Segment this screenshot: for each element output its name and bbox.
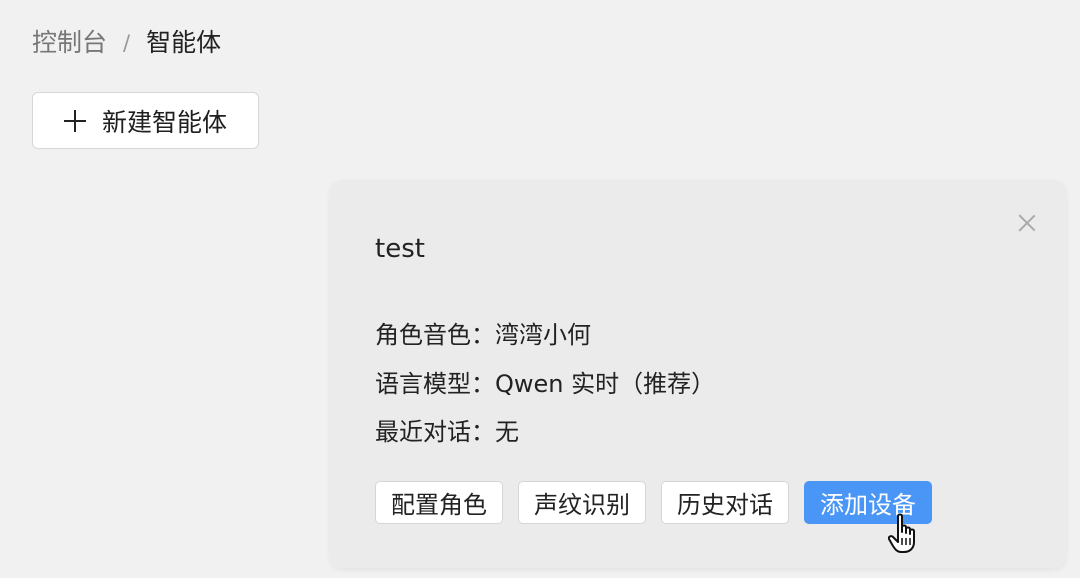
breadcrumb-current: 智能体 (146, 28, 222, 57)
breadcrumb-separator: / (123, 31, 131, 55)
agent-recent-chat-info: 最近对话：无 (375, 418, 519, 446)
plus-icon (63, 109, 86, 132)
agent-console-page: 控制台 / 智能体 新建智能体 test 角色音色：湾湾小何 语言模型：Qwen… (0, 0, 1080, 578)
agent-model-info: 语言模型：Qwen 实时（推荐） (375, 370, 716, 398)
configure-role-button[interactable]: 配置角色 (375, 481, 503, 524)
breadcrumb-home[interactable]: 控制台 (32, 26, 107, 60)
close-icon[interactable] (1018, 214, 1036, 232)
new-agent-button[interactable]: 新建智能体 (32, 92, 259, 149)
new-agent-label: 新建智能体 (101, 107, 227, 137)
agent-voice-info: 角色音色：湾湾小何 (375, 321, 591, 349)
voiceprint-button[interactable]: 声纹识别 (518, 481, 646, 524)
breadcrumb: 控制台 / 智能体 (32, 26, 221, 60)
agent-card: test 角色音色：湾湾小何 语言模型：Qwen 实时（推荐） 最近对话：无 配… (330, 180, 1066, 568)
add-device-button[interactable]: 添加设备 (804, 481, 932, 524)
agent-name: test (375, 234, 425, 264)
agent-actions: 配置角色 声纹识别 历史对话 添加设备 (375, 481, 932, 524)
history-chat-button[interactable]: 历史对话 (661, 481, 789, 524)
